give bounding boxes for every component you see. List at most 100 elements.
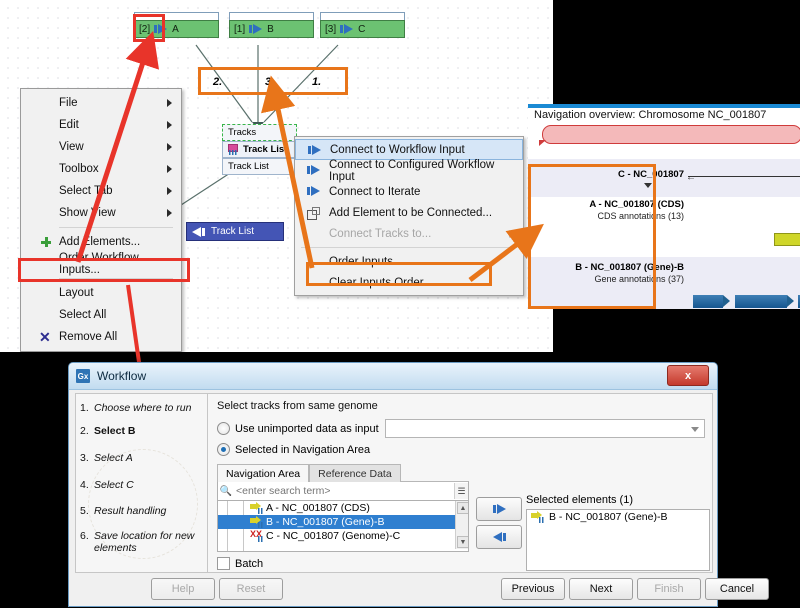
- workflow-canvas[interactable]: [2] A [1] B [3] C 2. 3. 1. Tracks: [0, 0, 553, 352]
- batch-checkbox[interactable]: [217, 557, 230, 570]
- menu-item-remove-all[interactable]: ✕ Remove All: [21, 326, 181, 348]
- radio-unimported-data[interactable]: [217, 422, 230, 435]
- cancel-button[interactable]: Cancel: [705, 578, 769, 600]
- search-bar[interactable]: 🔍 ☰: [217, 481, 469, 501]
- chevron-right-icon: [167, 165, 172, 173]
- node-body[interactable]: [1] B: [229, 20, 314, 38]
- wizard-step-list[interactable]: 1. Choose where to run 2. Select B 3. Se…: [76, 394, 208, 572]
- batch-checkbox-row[interactable]: Batch: [217, 557, 263, 570]
- workflow-input-icon: [249, 24, 262, 34]
- tab-navigation-area[interactable]: Navigation Area: [217, 464, 309, 482]
- selected-element-item[interactable]: B - NC_001807 (Gene)-B: [527, 510, 709, 524]
- workflow-context-menu[interactable]: File Edit View Toolbox Select Tab Show V…: [20, 88, 182, 352]
- radio-row-navigation-area[interactable]: Selected in Navigation Area: [217, 443, 705, 456]
- menu-item-connect-to-iterate[interactable]: Connect to Iterate: [295, 181, 523, 202]
- annotation-track-icon: [250, 516, 264, 528]
- node-label: C: [358, 24, 365, 35]
- reset-button[interactable]: Reset: [219, 578, 283, 600]
- arrow-right-icon: [493, 504, 506, 514]
- track-list-output-row[interactable]: Track List: [222, 158, 297, 175]
- remove-from-selection-button[interactable]: [476, 525, 522, 549]
- selector-tabs[interactable]: Navigation Area Reference Data: [217, 464, 469, 481]
- tree-list-scrollbar[interactable]: ▲ ▼: [455, 501, 468, 549]
- remove-x-icon: ✕: [39, 331, 51, 343]
- workflow-output-node[interactable]: Track List: [186, 222, 284, 241]
- highlight-box-node-a-index: [133, 14, 165, 42]
- plus-icon: [41, 237, 51, 247]
- menu-item-edit[interactable]: Edit: [21, 114, 181, 136]
- unimported-data-combo[interactable]: [385, 419, 705, 438]
- selected-elements-title: Selected elements (1): [526, 494, 633, 506]
- menu-item-label: Layout: [59, 287, 94, 299]
- workflow-input-node-c[interactable]: [3] C: [320, 12, 405, 38]
- button-label: Cancel: [720, 583, 754, 595]
- chevron-right-icon: [167, 187, 172, 195]
- gene-feature[interactable]: [693, 295, 723, 308]
- workflow-wizard-dialog[interactable]: Gx Workflow x 1. Choose where to run 2. …: [68, 362, 718, 607]
- menu-separator: [301, 247, 517, 248]
- search-input[interactable]: [234, 483, 454, 499]
- add-to-selection-button[interactable]: [476, 497, 522, 521]
- menu-item-add-element-to-be-connected[interactable]: Add Element to be Connected...: [295, 202, 523, 223]
- add-element-icon: [307, 207, 319, 218]
- menu-item-show-view[interactable]: Show View: [21, 202, 181, 224]
- connect-icon: [307, 165, 320, 175]
- workflow-input-icon: [340, 24, 353, 34]
- finish-button[interactable]: Finish: [637, 578, 701, 600]
- batch-label: Batch: [235, 558, 263, 570]
- background-fill-top-right: [553, 0, 800, 104]
- gene-feature[interactable]: [735, 295, 787, 308]
- menu-item-connect-to-workflow-input[interactable]: Connect to Workflow Input: [295, 139, 523, 160]
- menu-item-toolbox[interactable]: Toolbox: [21, 158, 181, 180]
- chromosome-overview-bar[interactable]: [542, 125, 800, 144]
- help-button[interactable]: Help: [151, 578, 215, 600]
- connect-icon: [308, 145, 321, 155]
- chevron-right-icon: [167, 209, 172, 217]
- tab-label: Reference Data: [318, 468, 392, 480]
- tree-item-c[interactable]: C - NC_001807 (Genome)-C: [218, 529, 468, 543]
- chromosome-position-marker: [539, 140, 546, 146]
- step-number: 6.: [80, 530, 94, 554]
- search-icon[interactable]: 🔍: [218, 486, 234, 497]
- menu-item-select-all[interactable]: Select All: [21, 304, 181, 326]
- navigation-area-selector[interactable]: Navigation Area Reference Data 🔍 ☰ A - N…: [217, 464, 469, 552]
- node-header-bar: [320, 12, 405, 20]
- tree-item-label: A - NC_001807 (CDS): [266, 502, 370, 514]
- previous-button[interactable]: Previous: [501, 578, 565, 600]
- wizard-step-2[interactable]: 2. Select B: [80, 425, 203, 437]
- tree-item-a[interactable]: A - NC_001807 (CDS): [218, 501, 468, 515]
- radio-navigation-label: Selected in Navigation Area: [235, 444, 370, 456]
- wizard-step-1[interactable]: 1. Choose where to run: [80, 402, 203, 414]
- button-label: Help: [172, 583, 195, 595]
- dialog-title-bar[interactable]: Gx Workflow x: [69, 363, 717, 390]
- scroll-down-icon[interactable]: ▼: [457, 536, 469, 548]
- menu-item-add-elements[interactable]: Add Elements...: [21, 231, 181, 253]
- node-body[interactable]: [3] C: [320, 20, 405, 38]
- track-list-name-row[interactable]: Track List: [222, 141, 297, 158]
- tree-item-label: B - NC_001807 (Gene)-B: [266, 516, 384, 528]
- track-list-element-node[interactable]: Tracks Track List Track List: [222, 124, 297, 175]
- next-button[interactable]: Next: [569, 578, 633, 600]
- menu-item-file[interactable]: File: [21, 92, 181, 114]
- navigation-tree-list[interactable]: A - NC_001807 (CDS) B - NC_001807 (Gene)…: [217, 501, 469, 552]
- node-order-index: [3]: [325, 24, 336, 35]
- close-icon[interactable]: x: [667, 365, 709, 386]
- menu-item-label: Toolbox: [59, 163, 99, 175]
- scroll-up-icon[interactable]: ▲: [457, 502, 469, 514]
- menu-item-view[interactable]: View: [21, 136, 181, 158]
- radio-selected-in-navigation-area[interactable]: [217, 443, 230, 456]
- menu-separator: [59, 227, 173, 228]
- menu-item-connect-to-configured-workflow-input[interactable]: Connect to Configured Workflow Input: [295, 160, 523, 181]
- workflow-input-node-b[interactable]: [1] B: [229, 12, 314, 38]
- chevron-right-icon: [167, 143, 172, 151]
- cds-feature[interactable]: [774, 233, 800, 246]
- tab-reference-data[interactable]: Reference Data: [309, 464, 401, 482]
- node-label: A: [172, 24, 179, 35]
- tracks-port-row[interactable]: Tracks: [222, 124, 297, 141]
- radio-row-unimported[interactable]: Use unimported data as input: [217, 419, 705, 438]
- search-options-icon[interactable]: ☰: [454, 483, 468, 499]
- menu-item-select-tab[interactable]: Select Tab: [21, 180, 181, 202]
- menu-item-layout[interactable]: Layout: [21, 282, 181, 304]
- selected-elements-list[interactable]: B - NC_001807 (Gene)-B: [526, 509, 710, 571]
- tree-item-b[interactable]: B - NC_001807 (Gene)-B: [218, 515, 468, 529]
